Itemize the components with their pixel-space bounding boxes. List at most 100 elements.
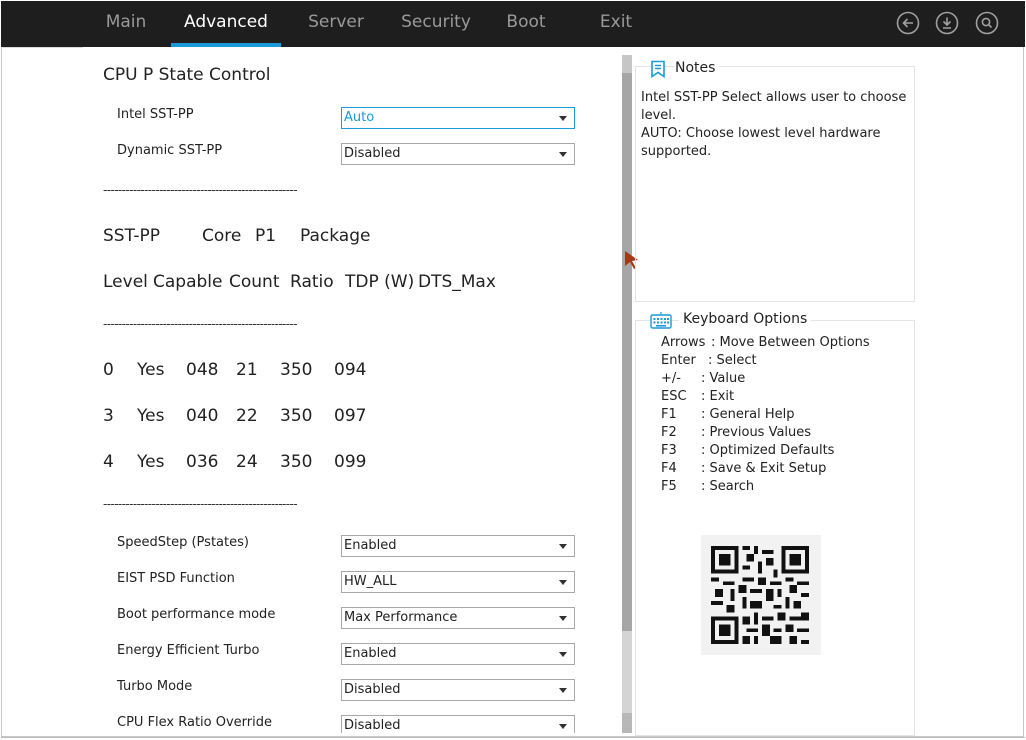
setting-label-speedstep: SpeedStep (Pstates): [117, 535, 249, 550]
key-name: F1: [661, 407, 677, 422]
key-name: F2: [661, 425, 677, 440]
chevron-down-icon: [559, 580, 567, 585]
table-cell: Yes: [137, 452, 165, 472]
notes-line: Intel SST-PP Select allows user to choos…: [641, 90, 907, 123]
table-header-2: Level: [103, 272, 148, 292]
dropdown-energy-efficient-turbo[interactable]: Enabled: [341, 643, 575, 665]
dropdown-value: Disabled: [344, 718, 401, 733]
dropdown-turbo-mode[interactable]: Disabled: [341, 679, 575, 701]
table-header-1: Core: [202, 226, 242, 246]
scrollbar-up[interactable]: [622, 55, 632, 73]
table-cell: 0: [103, 360, 114, 380]
setting-label-eist-psd: EIST PSD Function: [117, 571, 235, 586]
setting-label-boot-performance: Boot performance mode: [117, 607, 276, 622]
tab-boot[interactable]: Boot: [496, 0, 556, 46]
tab-exit[interactable]: Exit: [586, 0, 646, 46]
key-desc: : Select: [708, 353, 757, 368]
scrollbar-thumb[interactable]: [622, 73, 632, 631]
qr-code: [701, 535, 821, 655]
table-cell: 3: [103, 406, 114, 426]
setting-label-dynamic-sst-pp: Dynamic SST-PP: [117, 143, 223, 158]
key-option: +/-: Value: [661, 370, 745, 388]
keyboard-icon: [650, 312, 672, 329]
table-cell: Yes: [137, 360, 165, 380]
scrollbar-down[interactable]: [622, 713, 632, 733]
setting-label-energy-efficient-turbo: Energy Efficient Turbo: [117, 643, 260, 658]
dropdown-cpu-flex-ratio[interactable]: Disabled: [341, 715, 575, 733]
tab-server[interactable]: Server: [296, 0, 376, 46]
separator-line: ----------------------------------------…: [103, 183, 298, 197]
key-desc: : Optimized Defaults: [701, 443, 835, 458]
table-cell: 22: [236, 406, 258, 426]
notes-title: Notes: [675, 60, 720, 76]
key-desc: : Save & Exit Setup: [701, 461, 827, 476]
tab-advanced[interactable]: Advanced: [171, 0, 281, 46]
key-option: F1: General Help: [661, 406, 795, 424]
table-header-2: TDP (W): [345, 272, 415, 292]
table-cell: 350: [280, 452, 313, 472]
tab-security[interactable]: Security: [391, 0, 481, 46]
table-header-1: P1: [255, 226, 277, 246]
key-name: F3: [661, 443, 677, 458]
key-option: Enter : Select: [661, 352, 757, 370]
dropdown-speedstep[interactable]: Enabled: [341, 535, 575, 557]
dropdown-value: Disabled: [344, 682, 401, 697]
table-header-1: Package: [300, 226, 371, 246]
chevron-down-icon: [559, 152, 567, 157]
dropdown-value: Enabled: [344, 538, 397, 553]
chevron-down-icon: [559, 116, 567, 121]
key-option: F3 : Optimized Defaults: [661, 442, 834, 460]
separator-line: ----------------------------------------…: [103, 317, 298, 331]
dropdown-value: Enabled: [344, 646, 397, 661]
table-header-2: Count: [229, 272, 280, 292]
setting-label-cpu-flex-ratio: CPU Flex Ratio Override: [117, 715, 273, 730]
search-circle-icon[interactable]: [975, 11, 999, 35]
bookmark-note-icon: [651, 60, 665, 78]
chevron-down-icon: [559, 688, 567, 693]
notes-line: AUTO: Choose lowest level hardware suppo…: [641, 126, 881, 159]
separator-line: ----------------------------------------…: [103, 497, 298, 511]
table-cell: Yes: [137, 406, 165, 426]
chevron-down-icon: [559, 616, 567, 621]
dropdown-dynamic-sst-pp[interactable]: Disabled: [341, 143, 575, 165]
table-header-2: Ratio: [290, 272, 334, 292]
dropdown-value: Disabled: [344, 146, 401, 161]
key-name: F4: [661, 461, 677, 476]
key-name: Enter: [661, 353, 696, 368]
table-cell: 21: [236, 360, 258, 380]
key-desc: : Exit: [701, 389, 735, 404]
chevron-down-icon: [559, 544, 567, 549]
table-cell: 099: [334, 452, 367, 472]
tab-main[interactable]: Main: [96, 0, 156, 46]
download-circle-icon[interactable]: [935, 11, 959, 35]
qr-code-icon: [711, 546, 809, 644]
table-cell: 097: [334, 406, 367, 426]
setting-label-turbo-mode: Turbo Mode: [117, 679, 193, 694]
bottom-edge: [1, 737, 1025, 738]
key-option: F4 : Save & Exit Setup: [661, 460, 826, 478]
table-header-2: DTS_Max: [418, 272, 496, 292]
setting-label-intel-sst-pp: Intel SST-PP: [117, 107, 194, 122]
key-name: ESC: [661, 389, 687, 404]
table-header-2: Capable: [153, 272, 223, 292]
dropdown-value: Max Performance: [344, 610, 458, 625]
table-cell: 040: [186, 406, 219, 426]
table-cell: 350: [280, 360, 313, 380]
back-circle-icon[interactable]: [896, 11, 920, 35]
dropdown-intel-sst-pp[interactable]: Auto: [341, 107, 575, 129]
key-desc: : Previous Values: [701, 425, 812, 440]
key-name: F5: [661, 479, 677, 494]
table-cell: 036: [186, 452, 219, 472]
frame-top-edge: [1, 47, 83, 48]
keyboard-options-list: Arrows: Move Between Options Enter: Sele…: [661, 334, 870, 496]
table-cell: 4: [103, 452, 114, 472]
dropdown-boot-performance[interactable]: Max Performance: [341, 607, 575, 629]
dropdown-eist-psd[interactable]: HW_ALL: [341, 571, 575, 593]
key-desc: : Value: [701, 371, 746, 386]
table-cell: 048: [186, 360, 219, 380]
dropdown-value: HW_ALL: [344, 574, 397, 589]
key-option: ESC : Exit: [661, 388, 734, 406]
key-desc: : Search: [701, 479, 755, 494]
table-cell: 094: [334, 360, 367, 380]
section-title: CPU P State Control: [103, 65, 271, 85]
